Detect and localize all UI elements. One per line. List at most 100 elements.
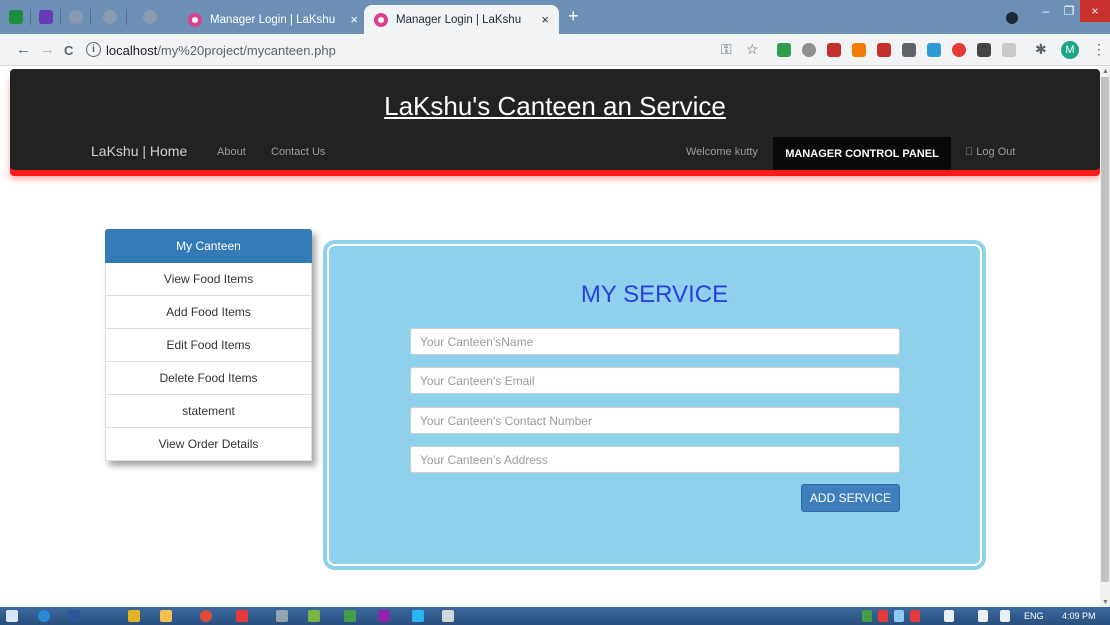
canteen-contact-input[interactable] — [410, 407, 900, 434]
pinned-tab-globe[interactable] — [100, 7, 120, 27]
word-icon[interactable] — [68, 610, 80, 622]
key-icon[interactable]: ⚿ — [721, 41, 732, 58]
sidebar-item-statement[interactable]: statement — [105, 395, 312, 428]
top-navbar: LaKshu's Canteen an Service LaKshu | Hom… — [10, 69, 1100, 170]
sidebar-item-add-food-items[interactable]: Add Food Items — [105, 296, 312, 329]
app-icon[interactable] — [378, 610, 390, 622]
browser-tab-bar: Manager Login | LaKshu × Manager Login |… — [0, 0, 1110, 34]
telegram-icon[interactable] — [412, 610, 424, 622]
app-icon[interactable] — [442, 610, 454, 622]
about-link[interactable]: About — [217, 146, 246, 158]
tray-icon[interactable] — [894, 610, 904, 622]
contact-link[interactable]: Contact Us — [271, 146, 325, 158]
forward-button[interactable]: → — [40, 41, 55, 58]
bookmark-star-icon[interactable]: ☆ — [746, 41, 759, 58]
windows-taskbar: ENG 4:09 PM — [0, 607, 1110, 625]
canteen-address-input[interactable] — [410, 446, 900, 473]
reload-button[interactable]: C — [64, 43, 73, 58]
scroll-down-icon[interactable]: ▼ — [1102, 599, 1109, 606]
browser-menu-icon[interactable]: ⋮ — [1092, 41, 1106, 58]
site-info-icon[interactable]: i — [86, 42, 101, 57]
pinned-tab-forms[interactable] — [36, 7, 56, 27]
url-host: localhost — [106, 43, 158, 58]
manager-control-panel-link[interactable]: MANAGER CONTROL PANEL — [773, 137, 951, 170]
canteen-email-input[interactable] — [410, 367, 900, 394]
add-service-button[interactable]: ADD SERVICE — [801, 484, 900, 512]
extension-icon[interactable] — [977, 43, 991, 57]
home-link[interactable]: LaKshu | Home — [91, 143, 187, 159]
tab-separator — [60, 9, 61, 25]
url-field[interactable]: localhost/my%20project/mycanteen.php — [106, 43, 336, 58]
tray-icon[interactable] — [910, 610, 920, 622]
tab-separator — [90, 9, 91, 25]
tab-separator — [126, 9, 127, 25]
tray-flag-icon[interactable] — [944, 610, 954, 622]
sidebar-item-view-food-items[interactable]: View Food Items — [105, 263, 312, 296]
chrome-icon[interactable] — [200, 610, 212, 622]
tab-manager-login-2[interactable]: Manager Login | LaKshu × — [364, 5, 559, 34]
canteen-favicon-icon — [188, 12, 202, 27]
extensions-puzzle-icon[interactable]: ✱ — [1035, 41, 1047, 58]
start-windows-icon[interactable] — [6, 610, 18, 622]
canteen-name-input[interactable] — [410, 328, 900, 355]
extension-icon[interactable] — [952, 43, 966, 57]
sheets-icon — [9, 10, 23, 24]
tab-close-icon[interactable]: × — [541, 12, 549, 27]
url-path: /my%20project/mycanteen.php — [157, 43, 336, 58]
extension-icon[interactable] — [777, 43, 791, 57]
sidebar-item-my-canteen[interactable]: My Canteen — [105, 229, 312, 263]
vlc-icon[interactable] — [128, 610, 140, 622]
page-viewport: LaKshu's Canteen an Service LaKshu | Hom… — [0, 67, 1100, 607]
profile-avatar[interactable]: M — [1061, 41, 1079, 59]
pinned-tab-globe[interactable] — [66, 7, 86, 27]
app-icon[interactable] — [308, 610, 320, 622]
edge-icon[interactable] — [38, 610, 50, 622]
globe-icon — [143, 10, 157, 24]
globe-icon — [103, 10, 117, 24]
incognito-icon — [1006, 12, 1018, 24]
welcome-text: Welcome kutty — [686, 146, 758, 158]
extension-icon[interactable] — [1002, 43, 1016, 57]
logout-link[interactable]:  Log Out — [965, 146, 1015, 158]
site-title[interactable]: LaKshu's Canteen an Service — [10, 91, 1100, 122]
close-window-button[interactable]: × — [1080, 0, 1110, 22]
scroll-up-icon[interactable]: ▲ — [1102, 68, 1109, 75]
app-icon[interactable] — [236, 610, 248, 622]
sidebar-item-view-order-details[interactable]: View Order Details — [105, 428, 312, 461]
page-scrollbar[interactable]: ▲ ▼ — [1100, 67, 1110, 607]
sidebar-item-delete-food-items[interactable]: Delete Food Items — [105, 362, 312, 395]
extension-icon[interactable] — [802, 43, 816, 57]
extension-icon[interactable] — [827, 43, 841, 57]
extension-icon[interactable] — [852, 43, 866, 57]
tray-icon[interactable] — [878, 610, 888, 622]
forms-icon — [39, 10, 53, 24]
maximize-button[interactable]: ❐ — [1058, 0, 1080, 22]
clock[interactable]: 4:09 PM — [1062, 611, 1096, 621]
volume-icon[interactable] — [978, 610, 988, 622]
tray-icon[interactable] — [862, 610, 872, 622]
back-button[interactable]: ← — [16, 41, 31, 58]
pinned-tab-globe[interactable] — [140, 7, 160, 27]
app-icon[interactable] — [344, 610, 356, 622]
service-heading: MY SERVICE — [580, 281, 729, 308]
file-explorer-icon[interactable] — [160, 610, 172, 622]
minimize-button[interactable]: – — [1034, 0, 1058, 22]
tab-manager-login-1[interactable]: Manager Login | LaKshu × — [178, 5, 368, 34]
pinned-tab-sheets[interactable] — [6, 7, 26, 27]
sidebar-item-edit-food-items[interactable]: Edit Food Items — [105, 329, 312, 362]
tab-close-icon[interactable]: × — [350, 12, 358, 27]
network-icon[interactable] — [1000, 610, 1010, 622]
globe-icon — [69, 10, 83, 24]
extension-icon[interactable] — [927, 43, 941, 57]
new-tab-button[interactable]: + — [568, 6, 579, 27]
tab-separator — [30, 9, 31, 25]
my-service-form: MY SERVICE ADD SERVICE — [323, 240, 986, 570]
extension-icon[interactable] — [902, 43, 916, 57]
language-indicator[interactable]: ENG — [1024, 611, 1044, 621]
scrollbar-thumb[interactable] — [1101, 77, 1109, 582]
address-bar: ← → C i localhost/my%20project/mycanteen… — [0, 34, 1110, 66]
extension-icon[interactable] — [877, 43, 891, 57]
tab-title: Manager Login | LaKshu — [210, 13, 336, 26]
sidebar-menu: My Canteen View Food Items Add Food Item… — [105, 229, 312, 461]
notepad-icon[interactable] — [276, 610, 288, 622]
